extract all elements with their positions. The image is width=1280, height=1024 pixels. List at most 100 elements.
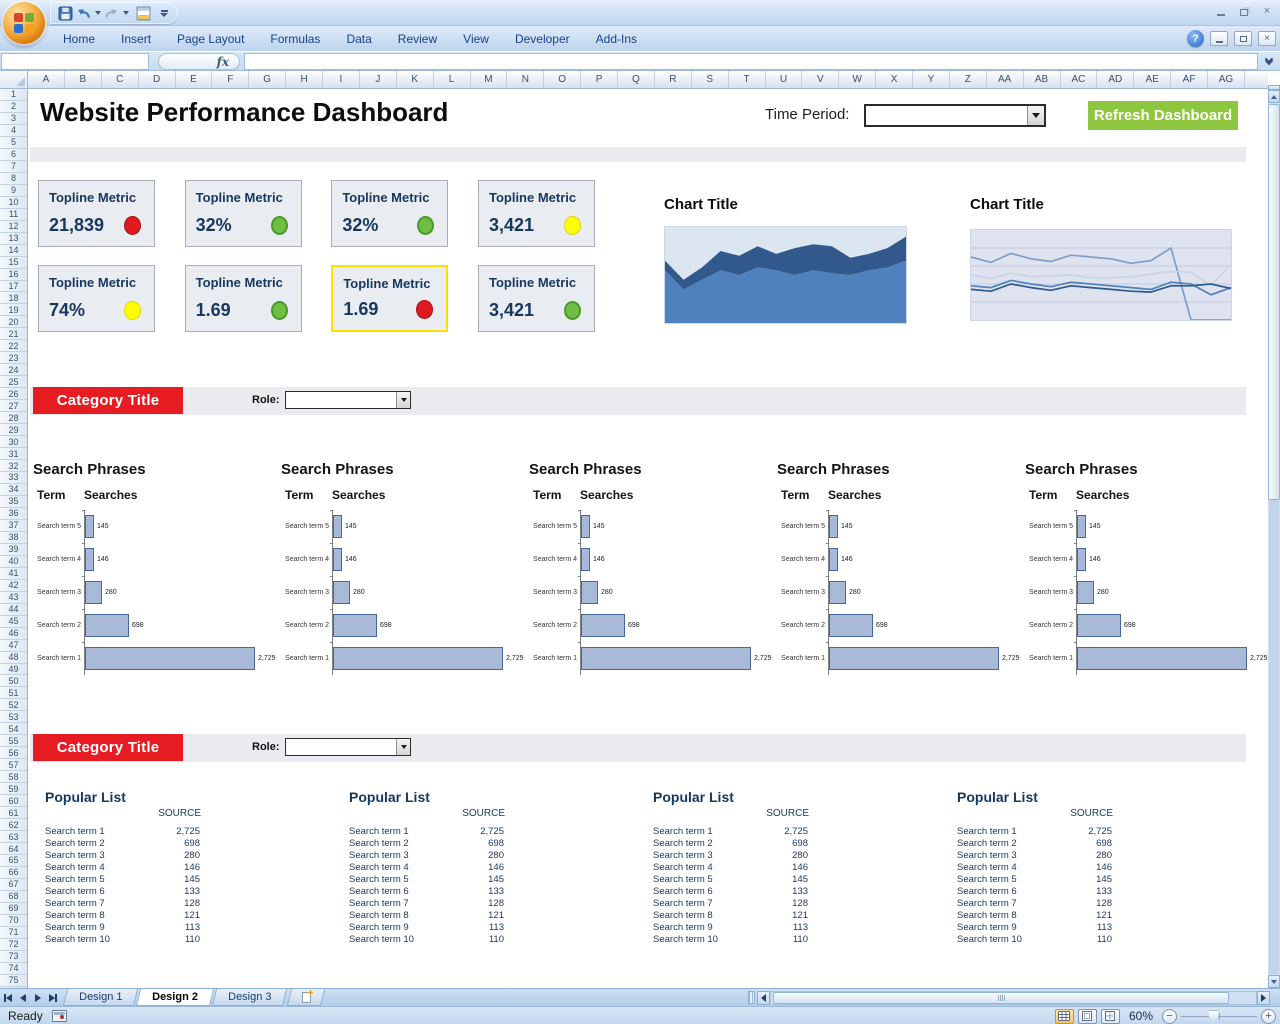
row-header[interactable]: 55	[0, 735, 27, 747]
row-header[interactable]: 51	[0, 687, 27, 699]
vertical-scroll-thumb[interactable]	[1268, 104, 1280, 500]
scroll-right-button[interactable]	[1257, 991, 1270, 1005]
row-header[interactable]: 32	[0, 460, 27, 472]
zoom-in-button[interactable]: +	[1261, 1009, 1276, 1024]
metric-box[interactable]: Topline Metric 1.69	[331, 265, 448, 332]
column-header[interactable]: AD	[1097, 71, 1134, 88]
column-header[interactable]: C	[102, 71, 139, 88]
last-sheet-button[interactable]	[45, 989, 60, 1006]
row-header[interactable]: 67	[0, 879, 27, 891]
column-header[interactable]: X	[876, 71, 913, 88]
row-header[interactable]: 65	[0, 855, 27, 867]
ribbon-tab[interactable]: Formulas	[257, 26, 333, 52]
row-header[interactable]: 5	[0, 137, 27, 149]
first-sheet-button[interactable]	[0, 989, 15, 1006]
row-header[interactable]: 26	[0, 388, 27, 400]
row-header[interactable]: 70	[0, 915, 27, 927]
column-header[interactable]: Q	[618, 71, 655, 88]
select-all-corner[interactable]	[0, 71, 28, 88]
row-header[interactable]: 28	[0, 412, 27, 424]
row-header[interactable]: 7	[0, 161, 27, 173]
zoom-slider[interactable]	[1181, 1009, 1257, 1024]
column-header[interactable]: AB	[1024, 71, 1061, 88]
column-header[interactable]: I	[323, 71, 360, 88]
scroll-down-button[interactable]	[1268, 975, 1280, 988]
record-macro-icon[interactable]	[52, 1010, 67, 1022]
dropdown-button[interactable]	[396, 392, 410, 408]
ribbon-tab[interactable]: Developer	[502, 26, 583, 52]
row-header[interactable]: 4	[0, 125, 27, 137]
column-header[interactable]: AG	[1208, 71, 1245, 88]
column-header[interactable]: U	[766, 71, 803, 88]
row-header[interactable]: 48	[0, 652, 27, 664]
ribbon-tab[interactable]: Page Layout	[164, 26, 257, 52]
row-header[interactable]: 53	[0, 711, 27, 723]
next-sheet-button[interactable]	[30, 989, 45, 1006]
undo-dropdown-icon[interactable]	[95, 11, 101, 15]
row-header[interactable]: 39	[0, 544, 27, 556]
column-header[interactable]: F	[212, 71, 249, 88]
row-header[interactable]: 66	[0, 867, 27, 879]
search-bar-chart[interactable]: Search term 5 145 Search term 4 146 Sear…	[777, 510, 1025, 675]
column-header[interactable]: W	[839, 71, 876, 88]
ribbon-tab[interactable]: Data	[333, 26, 384, 52]
row-header[interactable]: 17	[0, 281, 27, 293]
column-header[interactable]: V	[802, 71, 839, 88]
normal-view-button[interactable]	[1055, 1009, 1074, 1024]
row-header[interactable]: 18	[0, 292, 27, 304]
column-header[interactable]: E	[176, 71, 213, 88]
row-header[interactable]: 62	[0, 819, 27, 831]
row-header[interactable]: 42	[0, 580, 27, 592]
column-header[interactable]: A	[28, 71, 65, 88]
name-box[interactable]	[1, 53, 149, 70]
row-header[interactable]: 14	[0, 245, 27, 257]
row-header[interactable]: 46	[0, 628, 27, 640]
metric-box[interactable]: Topline Metric 74%	[38, 265, 155, 332]
scroll-left-button[interactable]	[757, 991, 770, 1005]
row-header[interactable]: 68	[0, 891, 27, 903]
ribbon-tab[interactable]: Review	[385, 26, 450, 52]
formula-input[interactable]	[244, 53, 1258, 70]
metric-box[interactable]: Topline Metric 3,421	[478, 265, 595, 332]
row-header[interactable]: 8	[0, 173, 27, 185]
row-header[interactable]: 45	[0, 616, 27, 628]
refresh-dashboard-button[interactable]: Refresh Dashboard	[1088, 101, 1238, 130]
redo-icon[interactable]	[104, 7, 119, 20]
page-break-view-button[interactable]	[1101, 1009, 1120, 1024]
row-header[interactable]: 1	[0, 89, 27, 101]
row-header[interactable]: 30	[0, 436, 27, 448]
role-dropdown[interactable]	[285, 738, 411, 756]
column-header[interactable]: AC	[1061, 71, 1098, 88]
time-period-dropdown[interactable]	[864, 104, 1046, 127]
workbook-close-button[interactable]: ×	[1258, 31, 1276, 46]
row-header[interactable]: 27	[0, 400, 27, 412]
search-bar-chart[interactable]: Search term 5 145 Search term 4 146 Sear…	[529, 510, 777, 675]
horizontal-scrollbar[interactable]	[757, 990, 1270, 1006]
column-header[interactable]: AF	[1171, 71, 1208, 88]
row-header[interactable]: 6	[0, 149, 27, 161]
area-chart[interactable]	[664, 226, 907, 324]
row-header[interactable]: 73	[0, 951, 27, 963]
metric-box[interactable]: Topline Metric 1.69	[185, 265, 302, 332]
insert-function-button[interactable]: fx	[158, 53, 240, 70]
row-header[interactable]: 43	[0, 592, 27, 604]
sheet-tab[interactable]: Design 1	[63, 989, 139, 1006]
row-header[interactable]: 22	[0, 340, 27, 352]
column-header[interactable]: G	[249, 71, 286, 88]
row-header[interactable]: 47	[0, 640, 27, 652]
vertical-scroll-track[interactable]	[1269, 500, 1279, 974]
row-header[interactable]: 74	[0, 963, 27, 975]
column-header[interactable]: Y	[913, 71, 950, 88]
row-header[interactable]: 36	[0, 508, 27, 520]
column-header[interactable]: D	[139, 71, 176, 88]
row-header[interactable]: 61	[0, 807, 27, 819]
row-header[interactable]: 19	[0, 304, 27, 316]
row-header[interactable]: 40	[0, 556, 27, 568]
row-header[interactable]: 23	[0, 352, 27, 364]
horizontal-scroll-thumb[interactable]	[773, 992, 1229, 1004]
redo-dropdown-icon[interactable]	[123, 11, 129, 15]
customize-quick-access-icon[interactable]	[160, 10, 168, 17]
expand-formula-bar-icon[interactable]	[1260, 53, 1278, 70]
row-header[interactable]: 69	[0, 903, 27, 915]
search-bar-chart[interactable]: Search term 5 145 Search term 4 146 Sear…	[1025, 510, 1268, 675]
